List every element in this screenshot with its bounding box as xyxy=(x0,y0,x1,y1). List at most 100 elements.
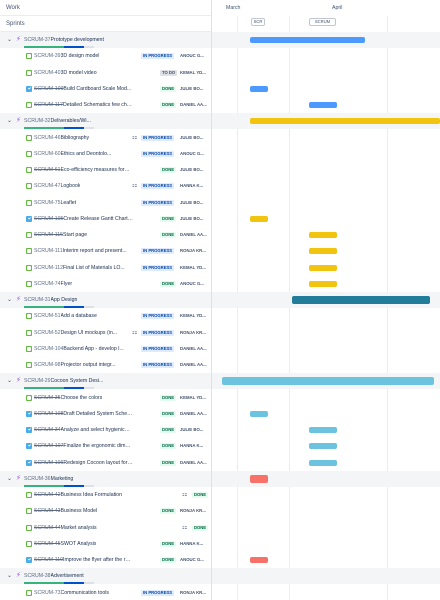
issue-title[interactable]: Leaflet xyxy=(61,195,77,211)
issue-key[interactable]: SCRUM-73 xyxy=(34,590,61,596)
status-badge[interactable]: DONE xyxy=(160,410,177,417)
epic-row[interactable]: ⌄ ⚡ SCRUM-37 Prototype development xyxy=(0,32,212,48)
epic-bar[interactable] xyxy=(222,377,434,386)
issue-title[interactable]: Add a database xyxy=(61,308,97,324)
status-badge[interactable]: IN PROGRESS xyxy=(141,264,175,271)
status-badge[interactable]: DONE xyxy=(160,557,177,563)
issue-key[interactable]: SCRUM-60 xyxy=(34,151,61,157)
chevron-down-icon[interactable]: ⌄ xyxy=(7,32,12,48)
issue-title[interactable]: Detailed Schematics few chang... xyxy=(63,97,133,113)
issue-row[interactable]: SCRUM-42 Business Idea Formulation DONE ⚏ xyxy=(0,487,212,503)
issue-key[interactable]: SCRUM-36 xyxy=(24,476,51,482)
assignee-name[interactable]: JULIE BO... xyxy=(180,422,203,438)
status-badge[interactable]: DONE xyxy=(192,524,209,531)
assignee-name[interactable]: KEMAL YD... xyxy=(180,260,206,276)
issue-key[interactable]: SCRUM-45 xyxy=(34,541,61,547)
issue-key[interactable]: SCRUM-32 xyxy=(24,118,51,124)
assignee-name[interactable]: DANIEL AA... xyxy=(180,341,207,357)
issue-text[interactable]: SCRUM-73 Communication tools xyxy=(34,585,109,600)
issue-key[interactable]: SCRUM-42 xyxy=(34,492,61,498)
issue-title[interactable]: Flyer xyxy=(61,276,73,292)
issue-row[interactable]: SCRUM-35 Choose the colors DONE KEMAL YD..… xyxy=(0,390,212,406)
issue-row[interactable]: SCRUM-112 Final List of Materials LO... I… xyxy=(0,260,212,276)
issue-key[interactable]: SCRUM-40 xyxy=(34,70,61,76)
issue-title[interactable]: Business Model xyxy=(61,503,98,519)
status-badge[interactable]: IN PROGRESS xyxy=(141,150,175,157)
issue-title[interactable]: Final List of Materials LO... xyxy=(63,260,125,276)
issue-key[interactable]: SCRUM-109 xyxy=(34,86,63,92)
issue-title[interactable]: Communication tools xyxy=(61,585,109,600)
issue-row[interactable]: SCRUM-40 3D model video TO DO KEMAL YD... xyxy=(0,65,212,81)
issue-title[interactable]: Eco-efficiency measures for Sustai... xyxy=(61,162,131,178)
issue-row[interactable]: SCRUM-73 Communication tools IN PROGRESS R… xyxy=(0,585,212,600)
issue-row[interactable]: SCRUM-61 Eco-efficiency measures for Sus… xyxy=(0,162,212,178)
issue-text[interactable]: SCRUM-109 Build Cardboard Scale Mod... xyxy=(34,81,131,97)
issue-key[interactable]: SCRUM-111 xyxy=(34,248,63,254)
issue-text[interactable]: SCRUM-61 Eco-efficiency measures for Sus… xyxy=(34,162,131,178)
issue-key[interactable]: SCRUM-98 xyxy=(34,362,61,368)
issue-title[interactable]: 3D model video xyxy=(61,65,97,81)
status-badge[interactable]: IN PROGRESS xyxy=(141,248,175,255)
assignee-name[interactable]: RONJA KR... xyxy=(180,243,206,259)
issue-bar[interactable] xyxy=(250,215,268,222)
status-badge[interactable]: DONE xyxy=(160,280,177,287)
chevron-down-icon[interactable]: ⌄ xyxy=(7,292,12,308)
status-badge[interactable]: TO DO xyxy=(160,69,178,76)
issue-text[interactable]: SCRUM-44 Market analysis xyxy=(34,520,97,536)
assignee-name[interactable]: RONJA KR... xyxy=(180,585,206,600)
issue-row[interactable]: SCRUM-74 Flyer DONE ANOUC G... xyxy=(0,276,212,292)
epic-bar[interactable] xyxy=(250,474,268,483)
issue-row[interactable]: SCRUM-106 Redesign Cocoon layout for wh.… xyxy=(0,455,212,471)
issue-row[interactable]: SCRUM-34 Analyze and select hygienic/aco… xyxy=(0,422,212,438)
issue-bar[interactable] xyxy=(309,264,337,271)
status-badge[interactable]: DONE xyxy=(160,85,177,92)
issue-text[interactable]: SCRUM-117 Detailed Schematics few chang.… xyxy=(34,97,133,113)
issue-bar[interactable] xyxy=(309,248,337,255)
issue-bar[interactable] xyxy=(309,232,337,238)
issue-row[interactable]: SCRUM-110 Improve the flyer after the re… xyxy=(0,552,212,568)
issue-title[interactable]: Business Idea Formulation xyxy=(61,487,122,503)
issue-key[interactable]: SCRUM-44 xyxy=(34,525,61,531)
status-badge[interactable]: DONE xyxy=(160,394,177,401)
issue-text[interactable]: SCRUM-47 Logbook xyxy=(34,178,80,194)
issue-title[interactable]: Backend App - develop l... xyxy=(63,341,123,357)
issue-key[interactable]: SCRUM-117 xyxy=(34,102,63,108)
issue-text[interactable]: SCRUM-60 Ethics and Deontolo... xyxy=(34,146,111,162)
assignee-name[interactable]: KEMAL YD... xyxy=(180,308,206,324)
child-issues-icon[interactable]: ⚏ xyxy=(182,524,187,532)
issue-text[interactable]: SCRUM-75 Leaflet xyxy=(34,195,76,211)
issue-row[interactable]: SCRUM-105 Create Release Gantt Chart & S… xyxy=(0,211,212,227)
status-badge[interactable]: IN PROGRESS xyxy=(141,329,175,336)
issue-title[interactable]: Ethics and Deontolo... xyxy=(61,146,112,162)
chevron-down-icon[interactable]: ⌄ xyxy=(7,568,12,584)
assignee-name[interactable]: HANNA K... xyxy=(180,536,203,552)
issue-text[interactable]: SCRUM-45 SWOT Analysis xyxy=(34,536,96,552)
issue-key[interactable]: SCRUM-43 xyxy=(34,508,61,514)
sprint-chip-scrum[interactable]: SCRUM xyxy=(309,18,336,26)
issue-row[interactable]: SCRUM-117 Detailed Schematics few chang.… xyxy=(0,97,212,113)
issue-key[interactable]: SCRUM-106 xyxy=(34,460,63,466)
assignee-name[interactable]: ANOUC G... xyxy=(180,48,204,64)
issue-text[interactable]: SCRUM-111 Interim report and present... xyxy=(34,243,127,259)
sprint-chip-scr[interactable]: SCR xyxy=(251,18,265,26)
issue-row[interactable]: SCRUM-60 Ethics and Deontolo... IN PROGRE… xyxy=(0,146,212,162)
issue-row[interactable]: SCRUM-39 3D design model IN PROGRESS ANOUC… xyxy=(0,48,212,64)
issue-title[interactable]: Logbook xyxy=(61,178,81,194)
issue-text[interactable]: SCRUM-112 Final List of Materials LO... xyxy=(34,260,125,276)
issue-key[interactable]: SCRUM-35 xyxy=(34,395,61,401)
issue-text[interactable]: SCRUM-52 Design UI mockups (in... xyxy=(34,325,117,341)
issue-key[interactable]: SCRUM-39 xyxy=(34,53,61,59)
issue-text[interactable]: SCRUM-39 3D design model xyxy=(34,48,99,64)
issue-title[interactable]: Finalize the ergonomic dimensions xyxy=(63,438,133,454)
status-badge[interactable]: DONE xyxy=(160,459,177,466)
issue-text[interactable]: SCRUM-110 Improve the flyer after the re… xyxy=(34,552,133,568)
issue-bar[interactable] xyxy=(250,557,268,563)
assignee-name[interactable]: JULIE BO... xyxy=(180,162,203,178)
issue-key[interactable]: SCRUM-61 xyxy=(34,167,61,173)
chevron-down-icon[interactable]: ⌄ xyxy=(7,471,12,487)
issue-key[interactable]: SCRUM-115 xyxy=(34,232,63,238)
issue-title[interactable]: Market analysis xyxy=(61,520,97,536)
issue-key[interactable]: SCRUM-46 xyxy=(34,135,61,141)
status-badge[interactable]: IN PROGRESS xyxy=(141,589,175,596)
assignee-name[interactable]: RONJA KR... xyxy=(180,325,206,341)
